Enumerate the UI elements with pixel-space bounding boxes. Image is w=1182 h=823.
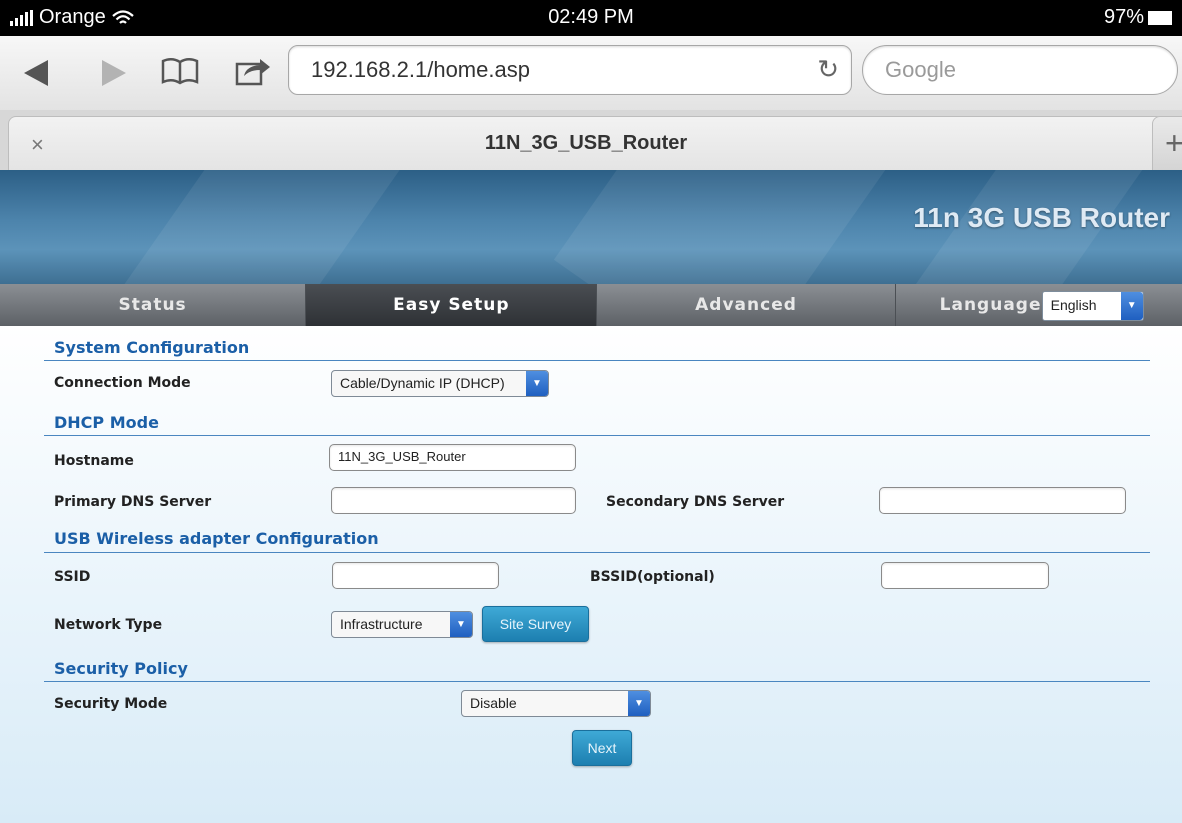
router-header: 11n 3G USB Router — [0, 170, 1182, 284]
tab-advanced[interactable]: Advanced — [597, 284, 896, 326]
hostname-label: Hostname — [54, 453, 134, 469]
next-button[interactable]: Next — [572, 730, 632, 766]
ssid-label: SSID — [54, 569, 91, 585]
tab-status[interactable]: Status — [0, 284, 307, 326]
router-nav: Status Easy Setup Advanced Language Engl… — [0, 284, 1182, 326]
battery-icon — [1148, 10, 1172, 25]
status-bar: Orange 02:49 PM 97% — [0, 0, 1182, 36]
router-brand: 11n 3G USB Router — [913, 202, 1170, 233]
tab-title: 11N_3G_USB_Router — [484, 132, 688, 154]
tab-easy-setup[interactable]: Easy Setup — [306, 284, 598, 326]
language-value: English — [1050, 297, 1097, 313]
security-mode-value: Disable — [470, 695, 517, 711]
address-bar[interactable]: 192.168.2.1/home.asp ↻ — [288, 45, 852, 95]
language-label: Language — [939, 295, 1042, 315]
battery-percent: 97% — [1103, 6, 1144, 28]
security-mode-label: Security Mode — [54, 696, 168, 712]
battery-area: 97% — [1104, 6, 1172, 29]
search-input[interactable]: Google — [862, 45, 1178, 95]
share-icon[interactable] — [234, 54, 272, 86]
hostname-field[interactable]: 11N_3G_USB_Router — [329, 444, 576, 471]
secondary-dns-field[interactable] — [879, 487, 1126, 514]
reload-icon[interactable]: ↻ — [817, 54, 839, 85]
browser-tab[interactable]: × 11N_3G_USB_Router — [8, 116, 1164, 171]
search-placeholder: Google — [885, 57, 956, 82]
tab-bar: × 11N_3G_USB_Router + — [0, 110, 1182, 172]
chevron-down-icon: ▼ — [450, 612, 472, 637]
bssid-label: BSSID(optional) — [590, 569, 715, 585]
section-divider — [44, 552, 1150, 553]
connection-mode-value: Cable/Dynamic IP (DHCP) — [340, 375, 505, 391]
setup-form: System Configuration Connection Mode Cab… — [0, 326, 1182, 823]
clock: 02:49 PM — [548, 6, 634, 28]
connection-mode-select[interactable]: Cable/Dynamic IP (DHCP) ▼ — [331, 370, 549, 397]
primary-dns-label: Primary DNS Server — [54, 494, 212, 510]
chevron-down-icon: ▼ — [1120, 292, 1143, 320]
section-security-policy: Security Policy — [54, 659, 188, 678]
forward-icon[interactable] — [100, 58, 128, 88]
url-text: 192.168.2.1/home.asp — [311, 57, 530, 82]
language-select[interactable]: English ▼ — [1041, 291, 1144, 321]
hostname-value: 11N_3G_USB_Router — [338, 449, 466, 464]
ssid-field[interactable] — [332, 562, 499, 589]
network-type-value: Infrastructure — [340, 616, 423, 632]
back-icon[interactable] — [22, 58, 50, 88]
section-divider — [44, 435, 1150, 436]
secondary-dns-label: Secondary DNS Server — [606, 494, 785, 510]
language-area: Language English ▼ — [896, 284, 1182, 326]
bookmarks-icon[interactable] — [160, 56, 200, 86]
bssid-field[interactable] — [881, 562, 1049, 589]
connection-mode-label: Connection Mode — [54, 375, 191, 391]
security-mode-select[interactable]: Disable ▼ — [461, 690, 651, 717]
new-tab-button[interactable]: + — [1152, 116, 1182, 172]
network-type-label: Network Type — [54, 617, 163, 633]
section-usb-wireless: USB Wireless adapter Configuration — [54, 529, 379, 548]
chevron-down-icon: ▼ — [628, 691, 650, 716]
section-divider — [44, 360, 1150, 361]
site-survey-button[interactable]: Site Survey — [482, 606, 589, 642]
section-divider — [44, 681, 1150, 682]
primary-dns-field[interactable] — [331, 487, 576, 514]
browser-toolbar: 192.168.2.1/home.asp ↻ Google — [0, 36, 1182, 111]
new-tab-icon: + — [1165, 125, 1182, 161]
section-system-configuration: System Configuration — [54, 338, 250, 357]
chevron-down-icon: ▼ — [526, 371, 548, 396]
network-type-select[interactable]: Infrastructure ▼ — [331, 611, 473, 638]
section-dhcp-mode: DHCP Mode — [54, 413, 159, 432]
